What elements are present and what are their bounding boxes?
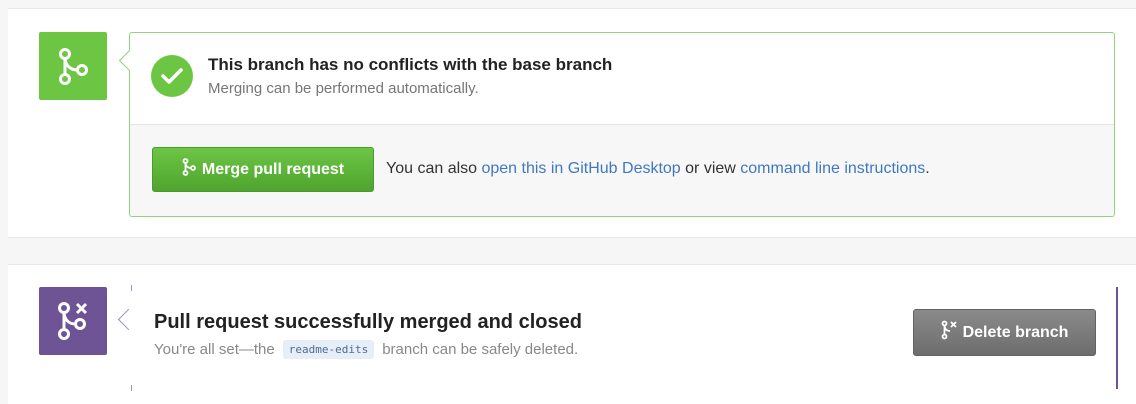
merged-status-subtitle: You're all set—the readme-edits branch c… [154,340,578,359]
merge-pull-request-button[interactable]: Merge pull request [152,147,374,192]
merge-status-subtitle: Merging can be performed automatically. [208,80,479,97]
merged-status-title: Pull request successfully merged and clo… [154,311,582,333]
box-corner [131,385,132,391]
open-in-desktop-link[interactable]: open this in GitHub Desktop [481,160,680,177]
delete-button-label: Delete branch [962,323,1069,341]
subtitle-suffix: branch can be safely deleted. [382,341,579,358]
hint-suffix: . [925,160,930,177]
git-branch-delete-icon [941,320,957,345]
command-line-instructions-link[interactable]: command line instructions [740,160,925,177]
divider [130,124,1114,125]
check-icon [151,55,193,97]
merge-status-title: This branch has no conflicts with the ba… [208,55,613,74]
git-merge-icon [182,158,196,181]
git-pull-request-closed-icon [39,287,107,355]
git-merge-icon [39,32,107,100]
merge-hint: You can also open this in GitHub Desktop… [386,160,930,178]
merge-button-label: Merge pull request [201,160,345,178]
branch-name-badge: readme-edits [282,340,375,359]
hint-middle: or view [680,160,741,177]
subtitle-prefix: You're all set—the [154,341,275,358]
delete-branch-button[interactable]: Delete branch [913,309,1096,356]
box-corner [131,285,132,291]
hint-prefix: You can also [386,160,482,177]
